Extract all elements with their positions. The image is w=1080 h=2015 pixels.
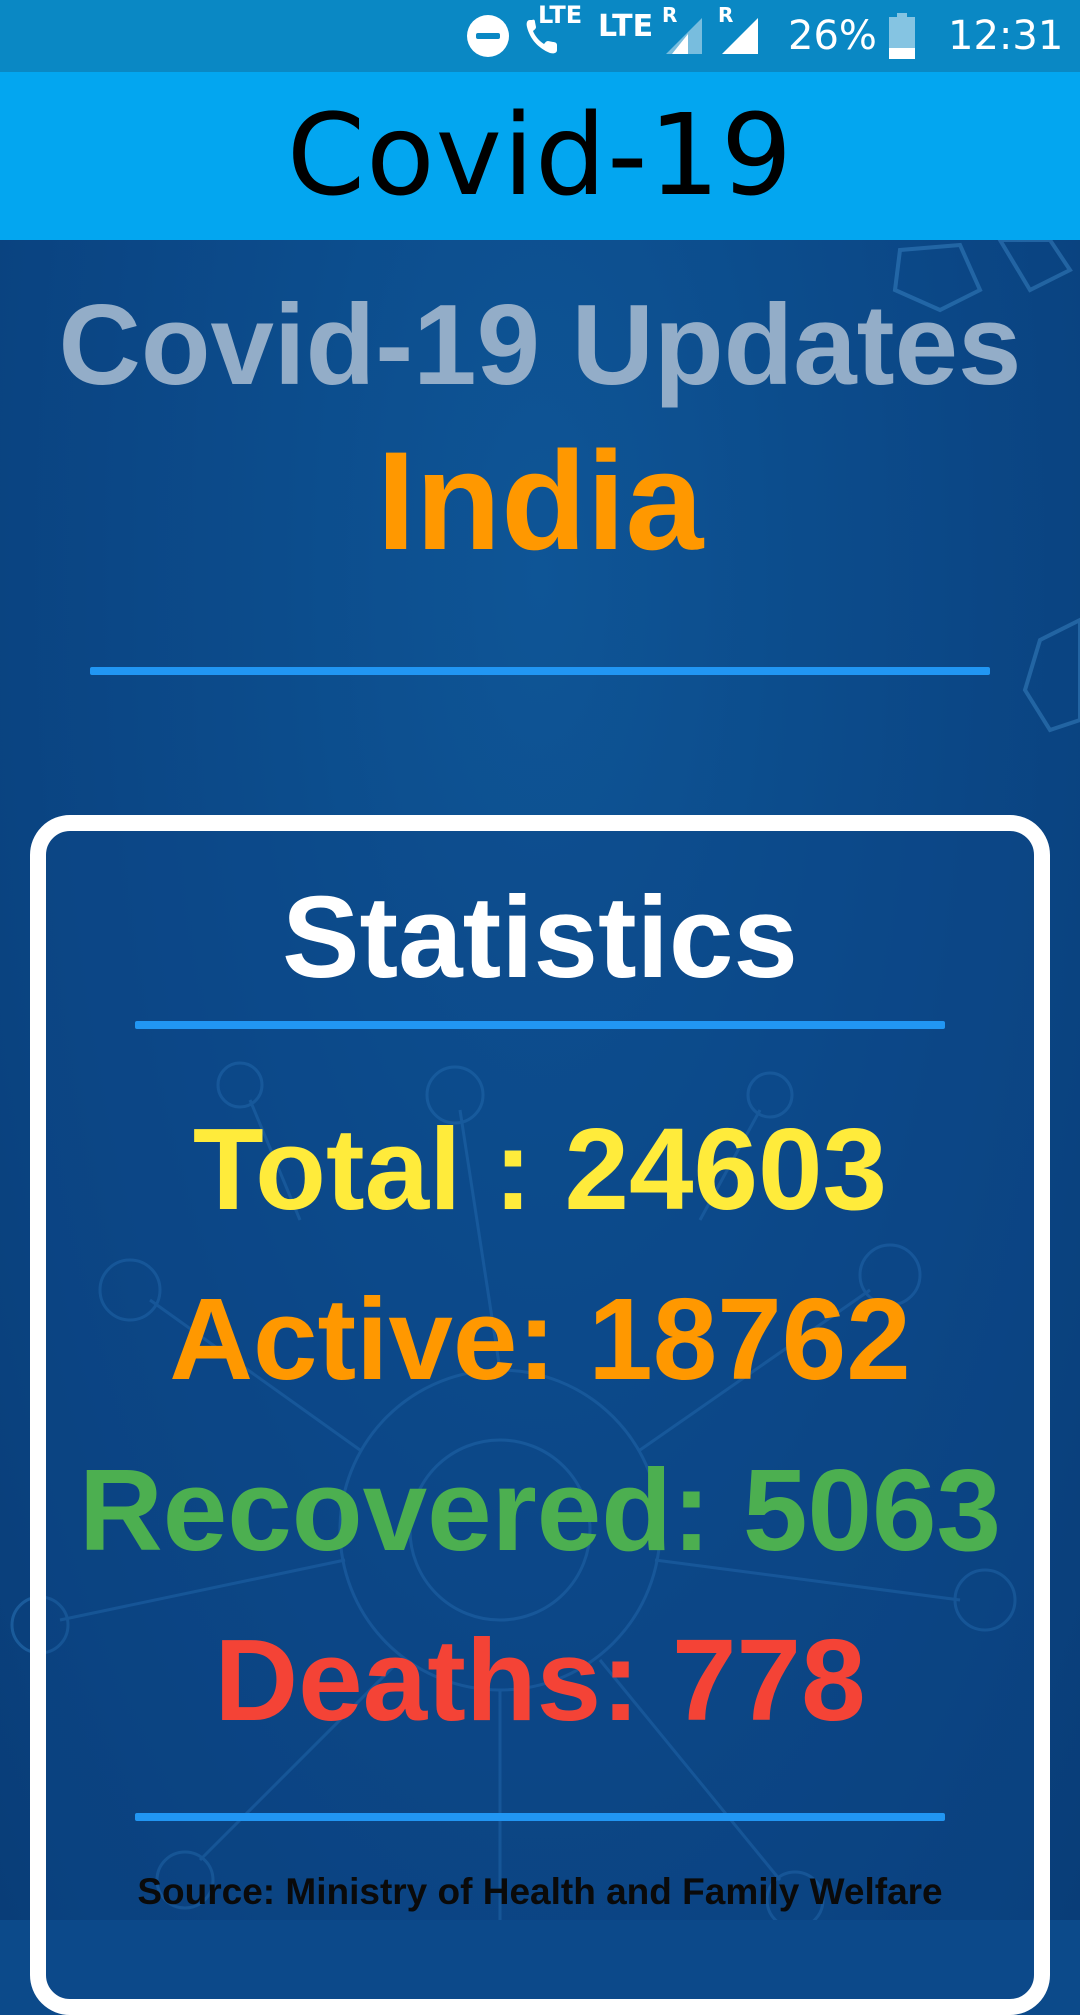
statistics-divider-top <box>135 1021 945 1029</box>
do-not-disturb-icon <box>466 0 512 72</box>
header-divider <box>90 667 990 675</box>
volte-label: LTE <box>538 1 583 29</box>
app-title: Covid-19 <box>286 91 794 221</box>
statistics-divider-bottom <box>135 1813 945 1821</box>
statistics-title: Statistics <box>282 872 798 1002</box>
clock: 12:31 <box>948 13 1064 59</box>
recovered-cases: Recovered: 5063 <box>78 1445 1002 1575</box>
death-cases: Deaths: 778 <box>214 1615 866 1745</box>
status-bar: LTE LTE R R 26% 12:31 <box>0 0 1080 72</box>
lte-data-label: LTE <box>598 8 654 44</box>
source-note: Source: Ministry of Health and Family We… <box>137 1871 943 1912</box>
total-cases: Total : 24603 <box>192 1104 888 1234</box>
signal-strength-icon-sim1 <box>662 0 704 72</box>
battery-percent: 26% <box>788 13 877 59</box>
signal-strength-icon-sim2 <box>718 0 760 72</box>
app-bar: Covid-19 <box>0 72 1080 240</box>
active-cases: Active: 18762 <box>169 1274 911 1404</box>
country-name: India <box>376 422 704 579</box>
updates-title: Covid-19 Updates <box>58 282 1022 409</box>
battery-icon <box>888 0 918 72</box>
